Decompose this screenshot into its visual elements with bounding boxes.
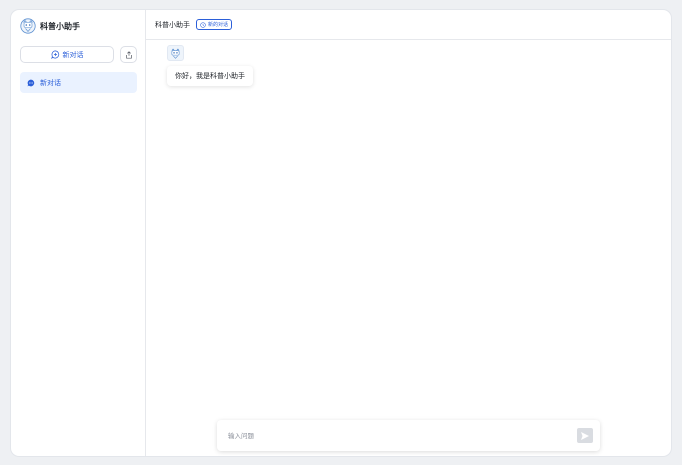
composer (217, 420, 600, 451)
chat-bubble-icon (27, 79, 35, 86)
app-window: 科普小助手 新对话 新对话 科普小助手 新的对话 你好，我是科普小助手 输入问题 (11, 10, 671, 456)
chat-title: 科普小助手 (155, 20, 190, 29)
share-button[interactable] (120, 46, 137, 63)
new-chat-button[interactable]: 新对话 (20, 46, 114, 63)
send-icon (581, 431, 589, 440)
brand: 科普小助手 (20, 18, 80, 34)
sidebar: 科普小助手 新对话 新对话 (11, 10, 146, 456)
brand-name: 科普小助手 (40, 21, 80, 31)
robot-cat-icon (20, 18, 36, 34)
send-button[interactable] (577, 428, 593, 443)
assistant-message: 你好，我是科普小助手 (167, 66, 253, 86)
history-button[interactable]: 新的对话 (196, 19, 233, 30)
assistant-avatar (167, 45, 184, 61)
clock-icon (200, 21, 206, 28)
history-label: 新的对话 (208, 22, 229, 28)
robot-cat-icon (171, 48, 180, 59)
conversation-label: 新对话 (40, 78, 61, 87)
new-chat-label: 新对话 (62, 50, 84, 59)
chat-plus-icon (50, 50, 59, 59)
conversation-item-active[interactable]: 新对话 (20, 72, 137, 93)
share-icon (125, 50, 132, 59)
chat-main: 科普小助手 新的对话 你好，我是科普小助手 (146, 10, 671, 456)
chat-header: 科普小助手 新的对话 (146, 10, 671, 40)
question-input[interactable] (228, 431, 558, 440)
